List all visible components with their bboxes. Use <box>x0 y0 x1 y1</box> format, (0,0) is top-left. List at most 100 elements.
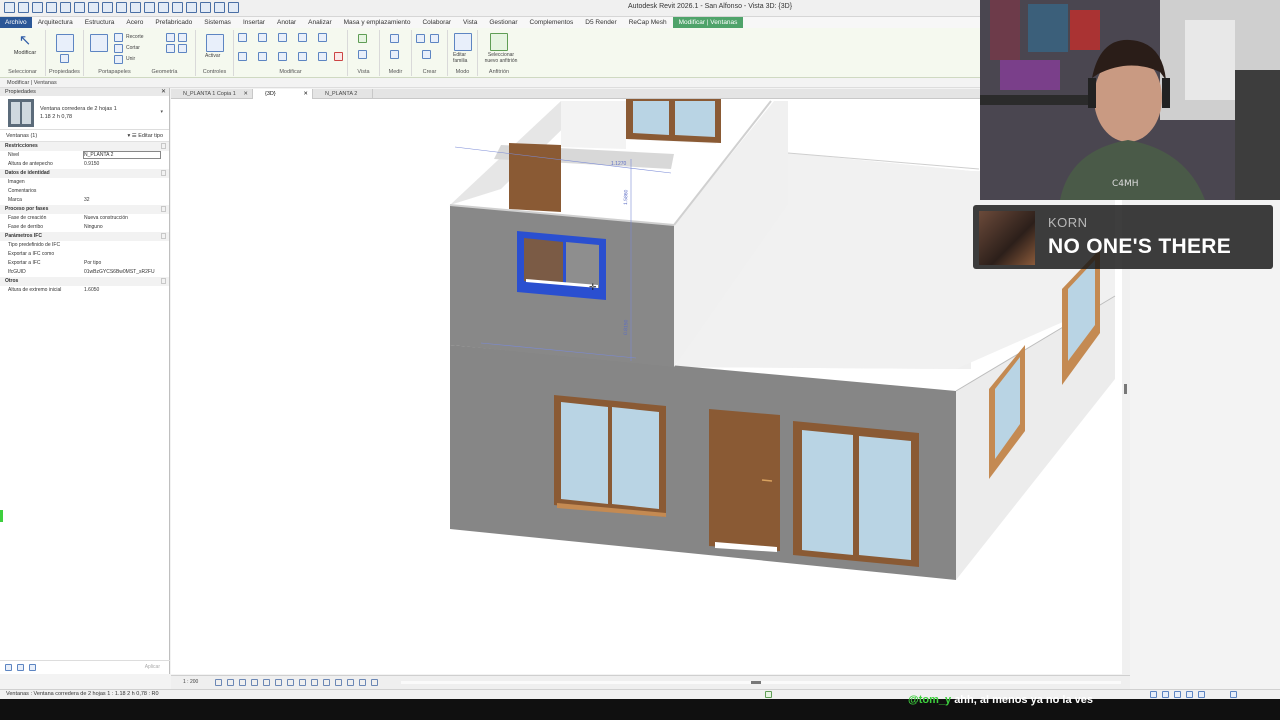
ribbon-tab[interactable]: D5 Render <box>579 17 622 28</box>
join-geometry-icon[interactable] <box>166 33 175 42</box>
render-icon[interactable] <box>263 679 270 686</box>
array-icon[interactable] <box>318 52 327 61</box>
copy-icon[interactable] <box>114 44 123 53</box>
dimension-icon[interactable] <box>116 2 127 13</box>
temp-hide-icon[interactable] <box>311 679 318 686</box>
section-icon[interactable] <box>172 2 183 13</box>
customize-qat-icon[interactable] <box>228 2 239 13</box>
trim-icon[interactable] <box>298 52 307 61</box>
type-properties-icon[interactable] <box>56 34 74 52</box>
create-assembly-icon[interactable] <box>416 34 425 43</box>
mirror-axis-icon[interactable] <box>278 33 287 42</box>
ribbon-tab[interactable]: Archivo <box>0 17 32 28</box>
ribbon-tab[interactable]: Vista <box>457 17 483 28</box>
browser-icon[interactable] <box>5 664 12 671</box>
ribbon-tab[interactable]: Complementos <box>524 17 580 28</box>
copy-element-icon[interactable] <box>258 52 267 61</box>
ribbon-tab[interactable]: Masa y emplazamiento <box>338 17 417 28</box>
edit-family-icon[interactable] <box>454 33 472 51</box>
property-value[interactable]: 32 <box>84 196 90 205</box>
paste-icon[interactable] <box>90 34 108 52</box>
3d-view-icon[interactable] <box>158 2 169 13</box>
move-icon[interactable] <box>238 52 247 61</box>
measure-tool-icon[interactable] <box>390 34 399 43</box>
property-value[interactable]: 01wBzGYCS6Bw0MST_sR2FU <box>84 268 155 277</box>
thin-lines-icon[interactable] <box>186 2 197 13</box>
property-row[interactable]: Imagen <box>0 178 169 187</box>
property-row[interactable]: Tipo predefinido de IFC <box>0 241 169 250</box>
sun-path-icon[interactable] <box>239 679 246 686</box>
property-row[interactable]: Comentarios <box>0 187 169 196</box>
temp-dimension-label[interactable]: 1.1270 <box>611 161 627 167</box>
ribbon-tab[interactable]: Acero <box>120 17 149 28</box>
pick-new-host-icon[interactable] <box>490 33 508 51</box>
select-underlay-icon[interactable] <box>1162 691 1169 698</box>
ribbon-tab[interactable]: Estructura <box>79 17 121 28</box>
worksharing-icon[interactable] <box>347 679 354 686</box>
ribbon-tab[interactable]: Modificar | Ventanas <box>672 17 744 28</box>
cut-icon[interactable] <box>114 33 123 42</box>
wall-joins-icon[interactable] <box>166 44 175 53</box>
visual-style-icon[interactable] <box>227 679 234 686</box>
text-icon[interactable] <box>144 2 155 13</box>
offset-icon[interactable] <box>258 33 267 42</box>
temp-view-props-icon[interactable] <box>335 679 342 686</box>
close-icon[interactable]: ✕ <box>303 89 308 99</box>
modify-button[interactable]: ↖ Modificar <box>8 32 42 68</box>
property-category[interactable]: Proceso por fases <box>0 205 169 214</box>
properties-icon[interactable] <box>60 54 69 63</box>
mirror-draw-icon[interactable] <box>298 33 307 42</box>
paint-icon[interactable] <box>178 44 187 53</box>
split-icon[interactable] <box>318 33 327 42</box>
property-category[interactable]: Parámetros IFC <box>0 232 169 241</box>
tab-3d[interactable]: {3D} ✕ <box>253 89 313 99</box>
open-icon[interactable] <box>18 2 29 13</box>
property-category[interactable]: Datos de identidad <box>0 169 169 178</box>
redo-icon[interactable] <box>74 2 85 13</box>
activate-controls-icon[interactable] <box>206 34 224 52</box>
hide-in-view-icon[interactable] <box>358 34 367 43</box>
select-by-face-icon[interactable] <box>1186 691 1193 698</box>
property-value[interactable]: 1.6050 <box>84 286 99 295</box>
select-pinned-icon[interactable] <box>1174 691 1181 698</box>
collapse-icon[interactable] <box>161 170 166 176</box>
property-value[interactable]: Nueva construcción <box>84 214 128 223</box>
switch-windows-icon[interactable] <box>214 2 225 13</box>
delete-icon[interactable] <box>334 52 343 61</box>
rotate-icon[interactable] <box>278 52 287 61</box>
detail-level-icon[interactable] <box>215 679 222 686</box>
worksets-icon[interactable] <box>765 691 772 698</box>
filter-icon[interactable] <box>17 664 24 671</box>
tab-n-planta-1-copia-1[interactable]: N_PLANTA 1 Copia 1 ✕ <box>171 89 253 99</box>
temp-dimension-label[interactable]: 0.8150 <box>623 319 630 335</box>
select-links-icon[interactable] <box>1150 691 1157 698</box>
edit-type-button[interactable]: ▾ ☰ Editar tipo <box>127 130 163 142</box>
property-row[interactable]: Altura de antepecho 0.9150 <box>0 160 169 169</box>
ribbon-tab[interactable]: Gestionar <box>483 17 523 28</box>
aligned-dimension-icon[interactable] <box>390 50 399 59</box>
collapse-icon[interactable] <box>161 278 166 284</box>
drag-elements-icon[interactable] <box>1198 691 1205 698</box>
property-row[interactable]: Altura de extremo inicial 1.6050 <box>0 286 169 295</box>
property-row[interactable]: Nivel N_PLANTA 2 <box>0 151 169 160</box>
property-value[interactable]: Ninguno <box>84 223 103 232</box>
property-row[interactable]: Exportar a IFC como <box>0 250 169 259</box>
close-hidden-icon[interactable] <box>200 2 211 13</box>
ribbon-tab[interactable]: ReCap Mesh <box>623 17 673 28</box>
ribbon-tab[interactable]: Colaborar <box>416 17 457 28</box>
apply-button[interactable]: Aplicar <box>145 664 160 670</box>
property-row[interactable]: Exportar a IFC Por tipo <box>0 259 169 268</box>
tag-icon[interactable] <box>130 2 141 13</box>
sort-icon[interactable] <box>29 664 36 671</box>
align-icon[interactable] <box>238 33 247 42</box>
create-group-icon[interactable] <box>422 50 431 59</box>
instance-filter[interactable]: Ventanas (1) ▾ ☰ Editar tipo <box>0 130 169 142</box>
ribbon-tab[interactable]: Prefabricado <box>149 17 198 28</box>
ribbon-tab[interactable]: Analizar <box>302 17 337 28</box>
property-value[interactable]: Por tipo <box>84 259 101 268</box>
collapse-icon[interactable] <box>161 233 166 239</box>
property-category[interactable]: Restricciones <box>0 142 169 151</box>
filter-selection-icon[interactable] <box>1230 691 1237 698</box>
sync-icon[interactable] <box>46 2 57 13</box>
temp-dimension-label[interactable]: 1.5860 <box>623 189 630 205</box>
